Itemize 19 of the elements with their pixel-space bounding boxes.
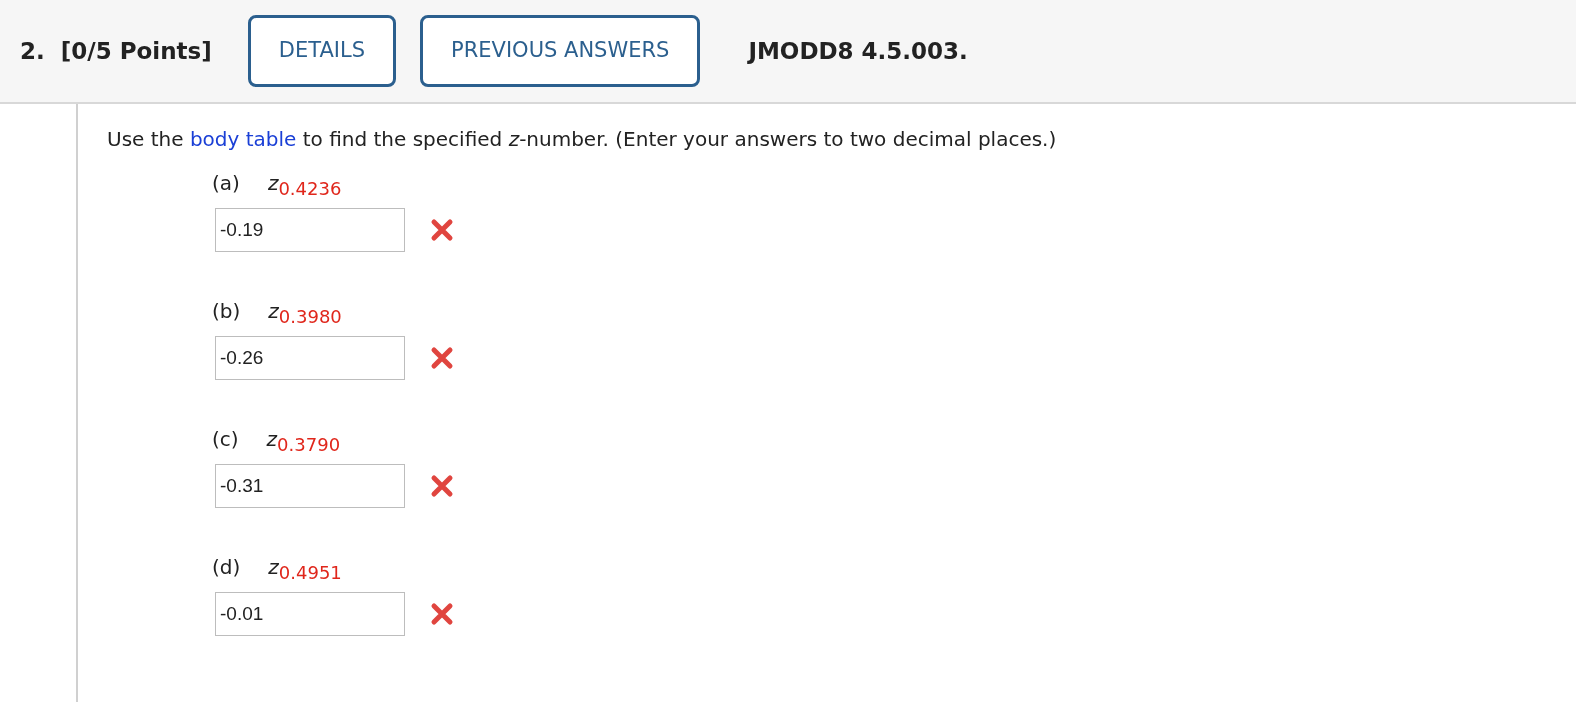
- question-number: 2.: [20, 36, 45, 66]
- header-button[interactable]: PREVIOUS ANSWERS: [420, 15, 701, 87]
- instruction-text: Use the body table to find the specified z-number. (Enter your answers to two decimal places.): [107, 126, 1058, 153]
- part-label: (c): [212, 426, 239, 453]
- z-number: z$_{0.3790}$: [266, 426, 341, 454]
- answer-field[interactable]: -0.19: [215, 208, 405, 252]
- points-label: [0/5 Points]: [60, 36, 212, 66]
- z-number: z$_{0.4951}$: [268, 554, 342, 582]
- answer-field[interactable]: -0.31: [215, 464, 405, 508]
- header-button[interactable]: DETAILS: [247, 15, 397, 87]
- answer-field[interactable]: -0.26: [215, 336, 405, 380]
- body-table-link[interactable]: body table: [189, 127, 297, 151]
- part-label: (d): [212, 554, 241, 581]
- answer-field[interactable]: -0.01: [215, 592, 405, 636]
- z-number: z$_{0.3980}$: [268, 298, 342, 326]
- z-number: z$_{0.4236}$: [267, 170, 342, 198]
- question-code: JMODD8 4.5.003.: [748, 36, 968, 66]
- part-label: (b): [212, 298, 241, 325]
- part-label: (a): [212, 170, 240, 197]
